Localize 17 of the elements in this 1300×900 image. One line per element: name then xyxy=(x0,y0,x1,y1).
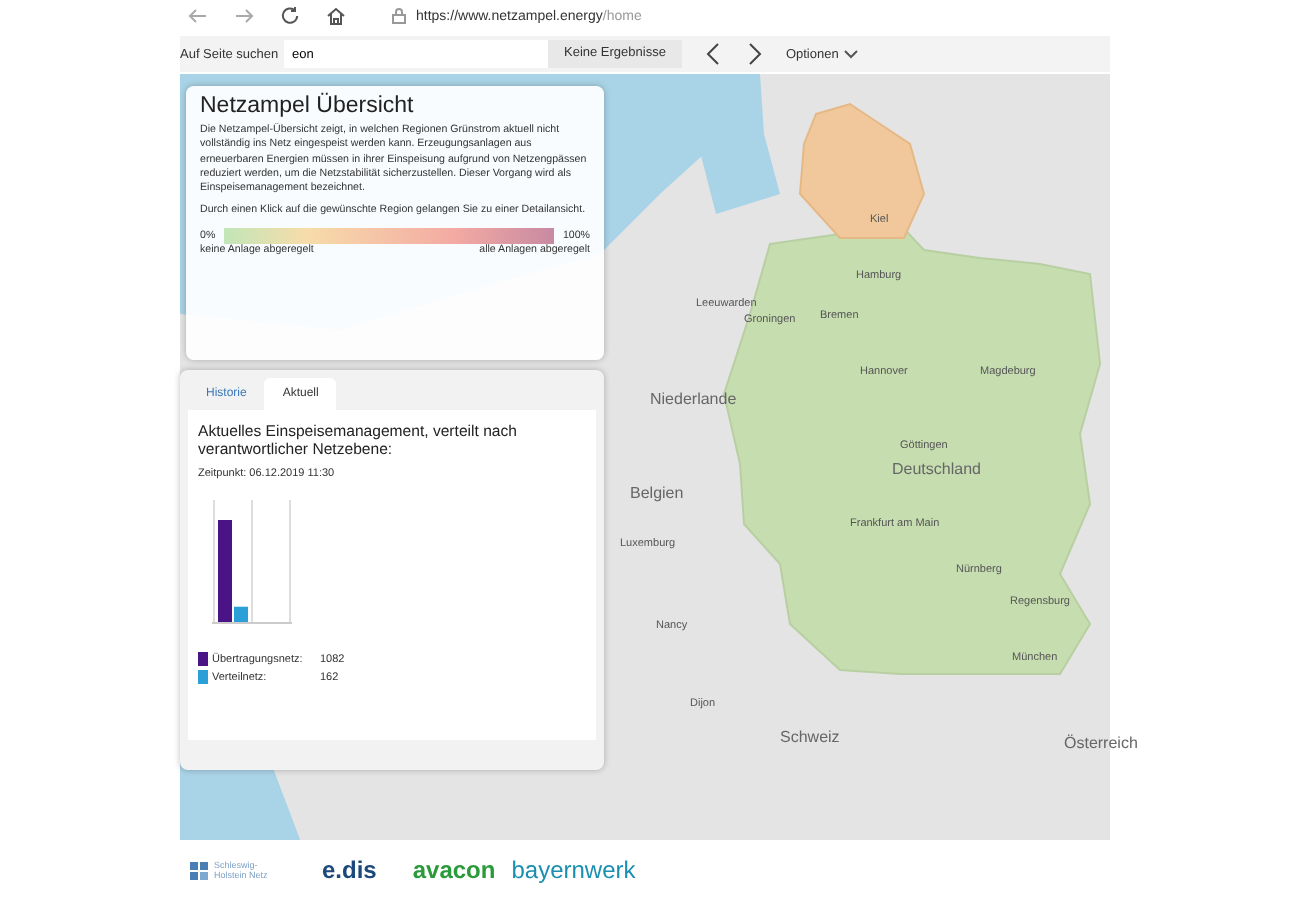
bar-chart-drawing xyxy=(212,500,292,624)
map-label: Österreich xyxy=(1064,734,1138,752)
home-icon[interactable] xyxy=(326,6,346,26)
map-label: Niederlande xyxy=(650,390,737,408)
company-logo: avacon xyxy=(412,856,496,884)
grid-logo-icon xyxy=(190,861,208,879)
refresh-icon[interactable] xyxy=(280,6,300,26)
caret-icon xyxy=(844,49,859,59)
next-icon[interactable] xyxy=(745,42,762,66)
company-logo: e.dis xyxy=(322,856,377,884)
lock-icon xyxy=(392,8,406,24)
panel-title: Netzampel Übersicht xyxy=(200,94,416,118)
map-label: Schweiz xyxy=(780,728,840,746)
previous-icon[interactable] xyxy=(705,42,722,66)
map-label: Belgien xyxy=(630,484,684,502)
map-label: Deutschland xyxy=(892,460,981,478)
company-logo: bayernwerk xyxy=(511,856,636,884)
